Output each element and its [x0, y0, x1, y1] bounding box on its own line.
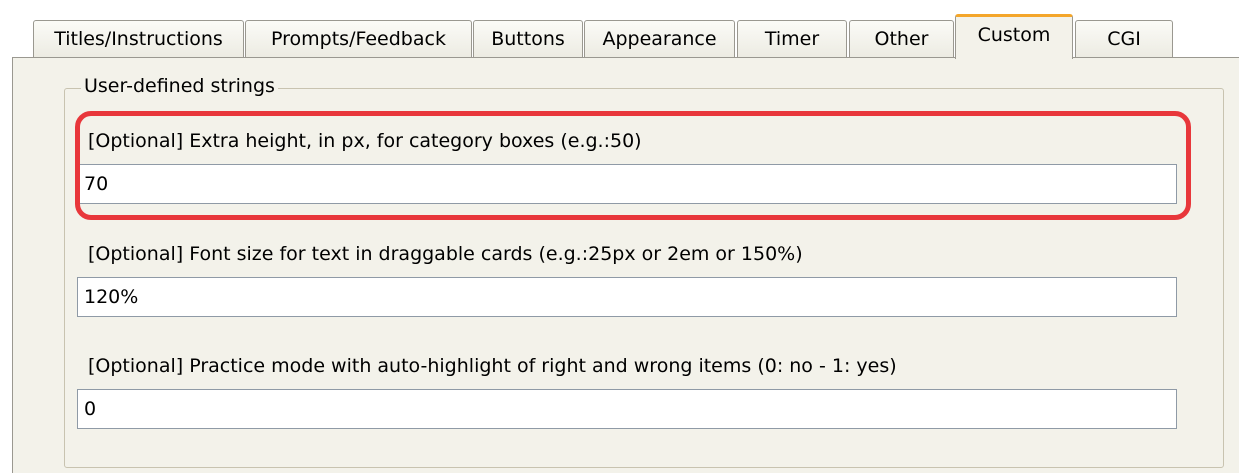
group-title: User-defined strings — [81, 74, 278, 98]
tab-timer[interactable]: Timer — [737, 20, 847, 58]
custom-tab-panel: User-defined strings [Optional] Extra he… — [12, 57, 1239, 473]
tab-strip: Titles/Instructions Prompts/Feedback But… — [33, 14, 1233, 59]
practice-mode-input[interactable] — [77, 389, 1177, 429]
tab-appearance[interactable]: Appearance — [584, 20, 735, 58]
extra-height-input[interactable] — [77, 164, 1177, 204]
font-size-input[interactable] — [77, 277, 1177, 317]
practice-mode-label: [Optional] Practice mode with auto-highl… — [88, 355, 897, 377]
tab-titles-instructions[interactable]: Titles/Instructions — [33, 20, 244, 58]
tab-cgi[interactable]: CGI — [1075, 20, 1173, 58]
tab-custom[interactable]: Custom — [955, 14, 1073, 59]
font-size-label: [Optional] Font size for text in draggab… — [88, 243, 803, 265]
tab-buttons[interactable]: Buttons — [473, 20, 583, 58]
extra-height-label: [Optional] Extra height, in px, for cate… — [88, 130, 642, 152]
tab-other[interactable]: Other — [849, 20, 954, 58]
tab-prompts-feedback[interactable]: Prompts/Feedback — [245, 20, 472, 58]
settings-window: Titles/Instructions Prompts/Feedback But… — [0, 0, 1239, 473]
